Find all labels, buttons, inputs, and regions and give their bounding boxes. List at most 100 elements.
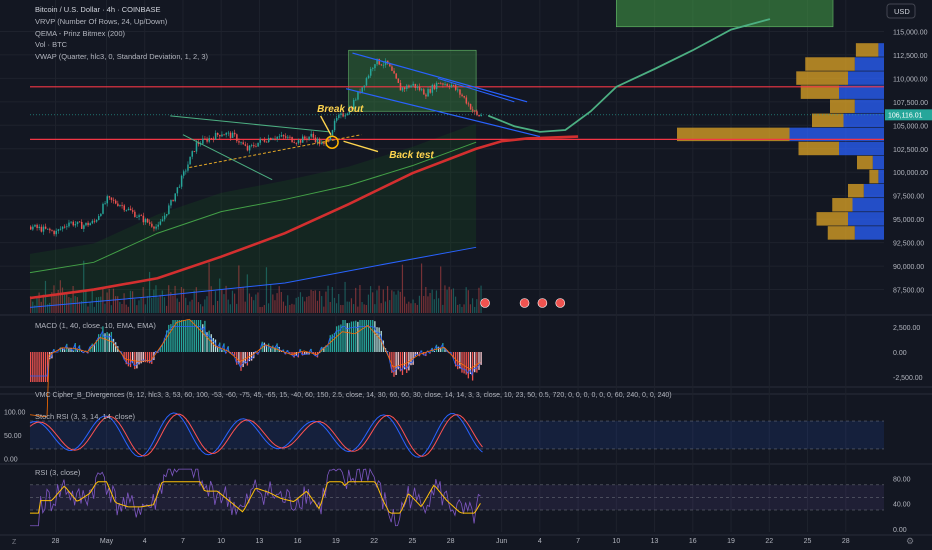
macd-histogram-bar [374, 321, 376, 352]
candle-body [66, 226, 68, 228]
candle-body [100, 213, 102, 217]
volume-bar [161, 290, 163, 313]
candle-body [202, 138, 204, 144]
candle-body [338, 115, 340, 118]
macd-histogram-bar [361, 320, 363, 352]
volume-bar [259, 306, 261, 313]
candle-body [225, 132, 227, 135]
volume-bar [221, 289, 223, 313]
candle-body [291, 137, 293, 143]
stoch-tick-label: 50.00 [4, 433, 22, 440]
volume-bar [97, 296, 100, 313]
settings-gear-icon[interactable]: ⚙ [906, 536, 914, 546]
indicator-label-vwap: VWAP (Quarter, hlc3, 0, Standard Deviati… [35, 52, 209, 61]
volume-bar [399, 291, 401, 313]
time-tick-label: 19 [332, 538, 340, 545]
candle-body [467, 103, 470, 105]
candle-body [68, 222, 70, 227]
volume-bar [134, 299, 136, 313]
volume-bar [187, 305, 189, 313]
candle-body [72, 221, 74, 226]
event-icon [555, 298, 566, 308]
price-tick-label: 112,500.00 [893, 53, 928, 60]
time-tick-label: May [100, 538, 114, 545]
volume-bar [338, 294, 340, 313]
candle-body [119, 205, 121, 206]
candle-body [242, 142, 244, 145]
volume-bar [323, 306, 325, 313]
candle-body [185, 170, 187, 172]
volume-bar [372, 292, 374, 313]
candle-body [161, 219, 164, 222]
candle-body [316, 138, 319, 143]
profile-bar-down [839, 141, 884, 156]
volume-bar [89, 302, 91, 313]
macd-histogram-bar [355, 320, 357, 352]
stoch-tick-label: 100.00 [4, 410, 26, 417]
volume-bar [121, 303, 123, 313]
profile-bar-up [805, 57, 855, 71]
candle-body [369, 68, 372, 76]
volume-bar [431, 289, 433, 313]
volume-bar [299, 292, 302, 313]
vmc-label: VMC Cipher_B_Divergences (9, 12, hlc3, 3… [35, 392, 672, 399]
volume-bar [459, 304, 461, 313]
volume-bar [308, 296, 310, 313]
candle-body [452, 85, 455, 86]
macd-histogram-bar [32, 352, 34, 382]
macd-histogram-bar [136, 352, 138, 369]
volume-bar [74, 296, 76, 313]
volume-bar [191, 299, 193, 313]
volume-bar [306, 296, 308, 313]
btc-chart[interactable]: 115,000.00 112,500.00 110,000.00 107,500.00… [0, 0, 932, 550]
macd-histogram-bar [204, 320, 206, 352]
candle-body [36, 224, 38, 229]
price-tick-label: 110,000.00 [893, 76, 928, 83]
macd-histogram-bar [208, 330, 210, 352]
candle-body [401, 87, 404, 91]
candle-body [131, 210, 134, 212]
candle-body [399, 82, 402, 91]
candle-body [429, 89, 431, 93]
candle-body [397, 78, 400, 83]
candle-body [114, 200, 117, 204]
candle-body [478, 114, 480, 117]
profile-bar-up [827, 226, 855, 240]
volume-bar [208, 262, 210, 313]
volume-bar [478, 287, 480, 313]
volume-bar [131, 291, 134, 313]
volume-bar [102, 287, 104, 313]
time-tick-label: 10 [612, 538, 620, 545]
candle-body [363, 85, 366, 88]
candle-body [87, 222, 89, 226]
volume-bar [403, 296, 406, 313]
profile-bar-up [800, 85, 839, 99]
volume-bar [365, 304, 367, 313]
volume-bar [325, 291, 327, 313]
candle-body [108, 196, 111, 198]
candle-body [110, 197, 113, 200]
candle-body [219, 134, 221, 137]
volume-bar [253, 300, 255, 313]
volume-bar [357, 306, 359, 313]
macd-tick-label: 0.00 [893, 350, 907, 357]
timezone-icon[interactable]: Z [12, 539, 17, 546]
candle-body [51, 230, 53, 232]
volume-bar [119, 301, 121, 313]
macd-histogram-bar [180, 320, 183, 352]
volume-bar [248, 293, 251, 313]
volume-bar [70, 297, 72, 313]
stoch-rsi-label: Stoch RSI (3, 3, 14, 14, close) [35, 412, 136, 421]
macd-histogram-bar [478, 352, 480, 370]
macd-histogram-bar [435, 344, 438, 352]
candle-body [295, 142, 298, 144]
stoch-tick-label: 0.00 [4, 456, 18, 463]
candle-body [61, 226, 64, 229]
volume-bar [63, 293, 66, 313]
volume-bar [359, 285, 361, 313]
macd-histogram-bar [199, 320, 202, 352]
range-box [348, 49, 477, 112]
volume-bar [355, 287, 357, 313]
volume-bar [284, 305, 287, 313]
volume-bar [463, 304, 465, 313]
